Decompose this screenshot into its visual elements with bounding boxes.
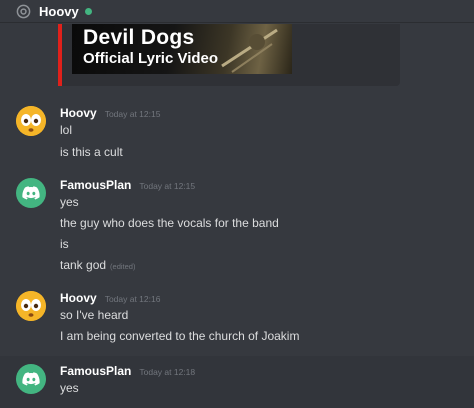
username[interactable]: Hoovy [60, 106, 97, 120]
message-header: FamousPlan Today at 12:18 [60, 364, 195, 380]
face-emoji-avatar[interactable] [16, 106, 46, 136]
edited-label: (edited) [110, 262, 136, 271]
channel-name[interactable]: Hoovy [39, 4, 79, 19]
face-emoji-avatar[interactable] [16, 291, 46, 321]
message-text: so I've heard [60, 308, 129, 322]
discord-logo-avatar[interactable] [16, 364, 46, 394]
video-embed: Devil Dogs Official Lyric Video [58, 24, 400, 86]
video-thumbnail[interactable]: Devil Dogs Official Lyric Video [72, 24, 292, 74]
username[interactable]: FamousPlan [60, 364, 131, 378]
message-header: Hoovy Today at 12:16 [60, 291, 160, 307]
message-header: FamousPlan Today at 12:15 [60, 178, 195, 194]
thumbnail-title: Devil Dogs [83, 26, 195, 49]
message-text: is [60, 237, 69, 251]
at-icon [15, 3, 31, 19]
channel-header: Hoovy [0, 0, 474, 23]
message-text: is this a cult [60, 145, 123, 159]
username[interactable]: FamousPlan [60, 178, 131, 192]
discord-logo-avatar[interactable] [16, 178, 46, 208]
message-text: yes [60, 381, 79, 395]
embed-accent-bar [58, 24, 62, 86]
message-text-content: tank god [60, 258, 107, 272]
message-text: lol [60, 123, 73, 137]
message-header: Hoovy Today at 12:15 [60, 106, 160, 122]
message-text: tank god (edited) [60, 258, 135, 272]
message-text: I am being converted to the church of Jo… [60, 329, 300, 343]
timestamp: Today at 12:15 [104, 109, 161, 119]
timestamp: Today at 12:18 [139, 367, 196, 377]
message-text: yes [60, 195, 79, 209]
username[interactable]: Hoovy [60, 291, 97, 305]
online-status-indicator [84, 7, 92, 15]
timestamp: Today at 12:15 [139, 181, 196, 191]
thumbnail-subtitle: Official Lyric Video [83, 50, 219, 67]
message-text: the guy who does the vocals for the band [60, 216, 279, 230]
timestamp: Today at 12:16 [104, 294, 161, 304]
